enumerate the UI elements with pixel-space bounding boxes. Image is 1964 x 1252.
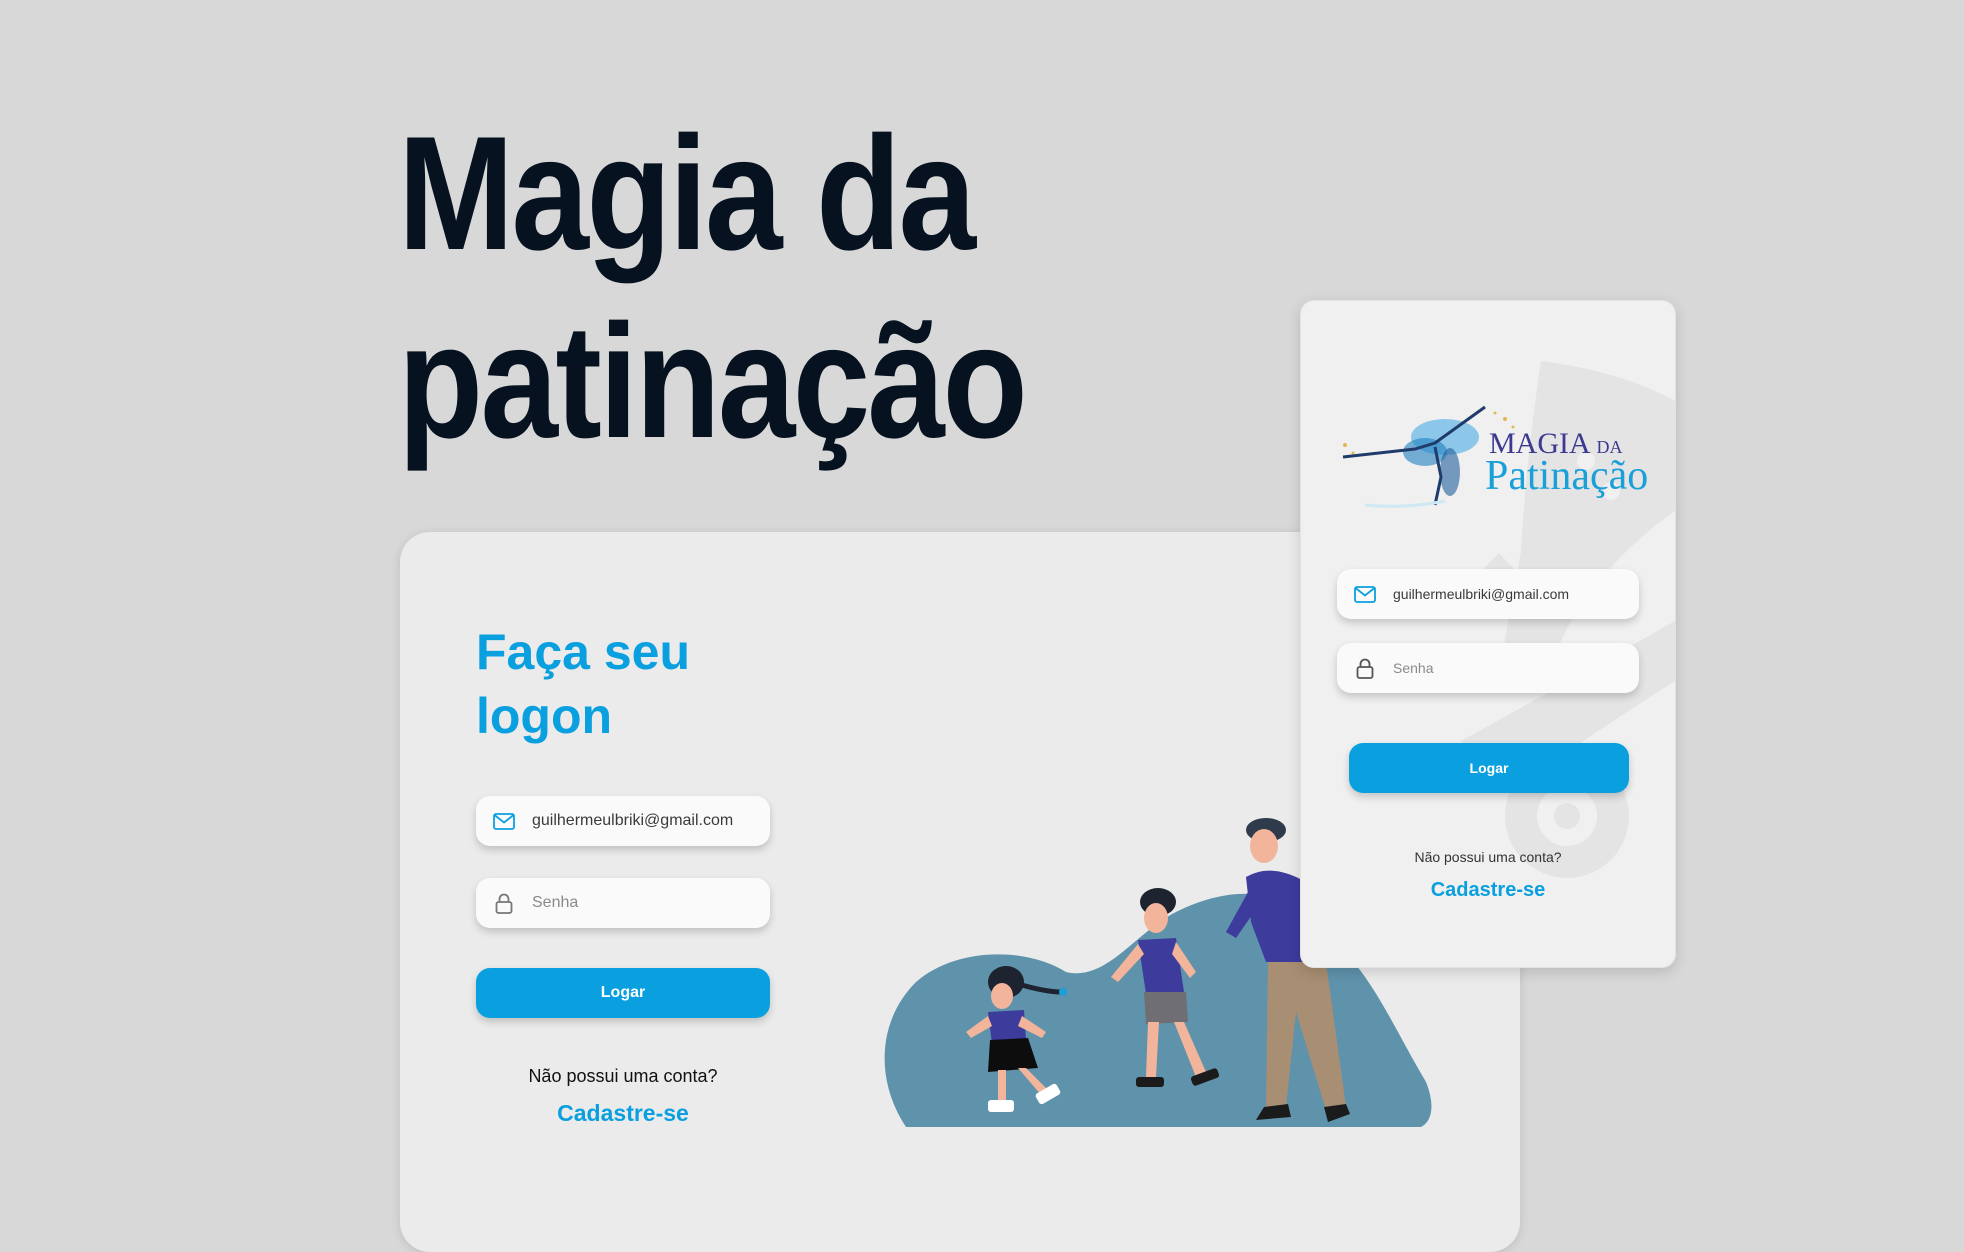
mobile-email-field[interactable]: guilhermeulbriki@gmail.com	[1337, 569, 1639, 619]
signup-link[interactable]: Cadastre-se	[476, 1100, 770, 1127]
mobile-password-placeholder: Senha	[1393, 660, 1434, 676]
mail-icon	[492, 811, 516, 831]
password-placeholder: Senha	[532, 894, 579, 911]
logo-text-patinacao: Patinação	[1485, 453, 1649, 499]
email-value: guilhermeulbriki@gmail.com	[532, 812, 734, 829]
password-field[interactable]: Senha	[476, 878, 770, 928]
hero-title-line1: Magia da	[398, 103, 976, 284]
login-heading: Faça seu logon	[476, 620, 690, 748]
login-heading-line1: Faça seu	[476, 624, 691, 680]
lock-icon	[1353, 658, 1377, 679]
no-account-text: Não possui uma conta?	[528, 1066, 718, 1086]
mobile-login-card: MAGIA DA Patinação guilhermeulbriki@gmai…	[1300, 300, 1676, 968]
lock-icon	[492, 893, 516, 914]
mobile-password-field[interactable]: Senha	[1337, 643, 1639, 693]
login-heading-line2: logon	[476, 688, 613, 744]
hero-title: Magia da patinação	[398, 100, 1028, 476]
hero-title-line2: patinação	[398, 291, 1028, 472]
login-button[interactable]: Logar	[476, 968, 770, 1018]
mail-icon	[1353, 584, 1377, 604]
mobile-signup-link[interactable]: Cadastre-se	[1301, 879, 1675, 902]
email-field[interactable]: guilhermeulbriki@gmail.com	[476, 796, 770, 846]
mobile-email-value: guilhermeulbriki@gmail.com	[1393, 586, 1570, 602]
mobile-login-button[interactable]: Logar	[1349, 743, 1629, 793]
mobile-no-account-text: Não possui uma conta?	[1414, 849, 1562, 865]
